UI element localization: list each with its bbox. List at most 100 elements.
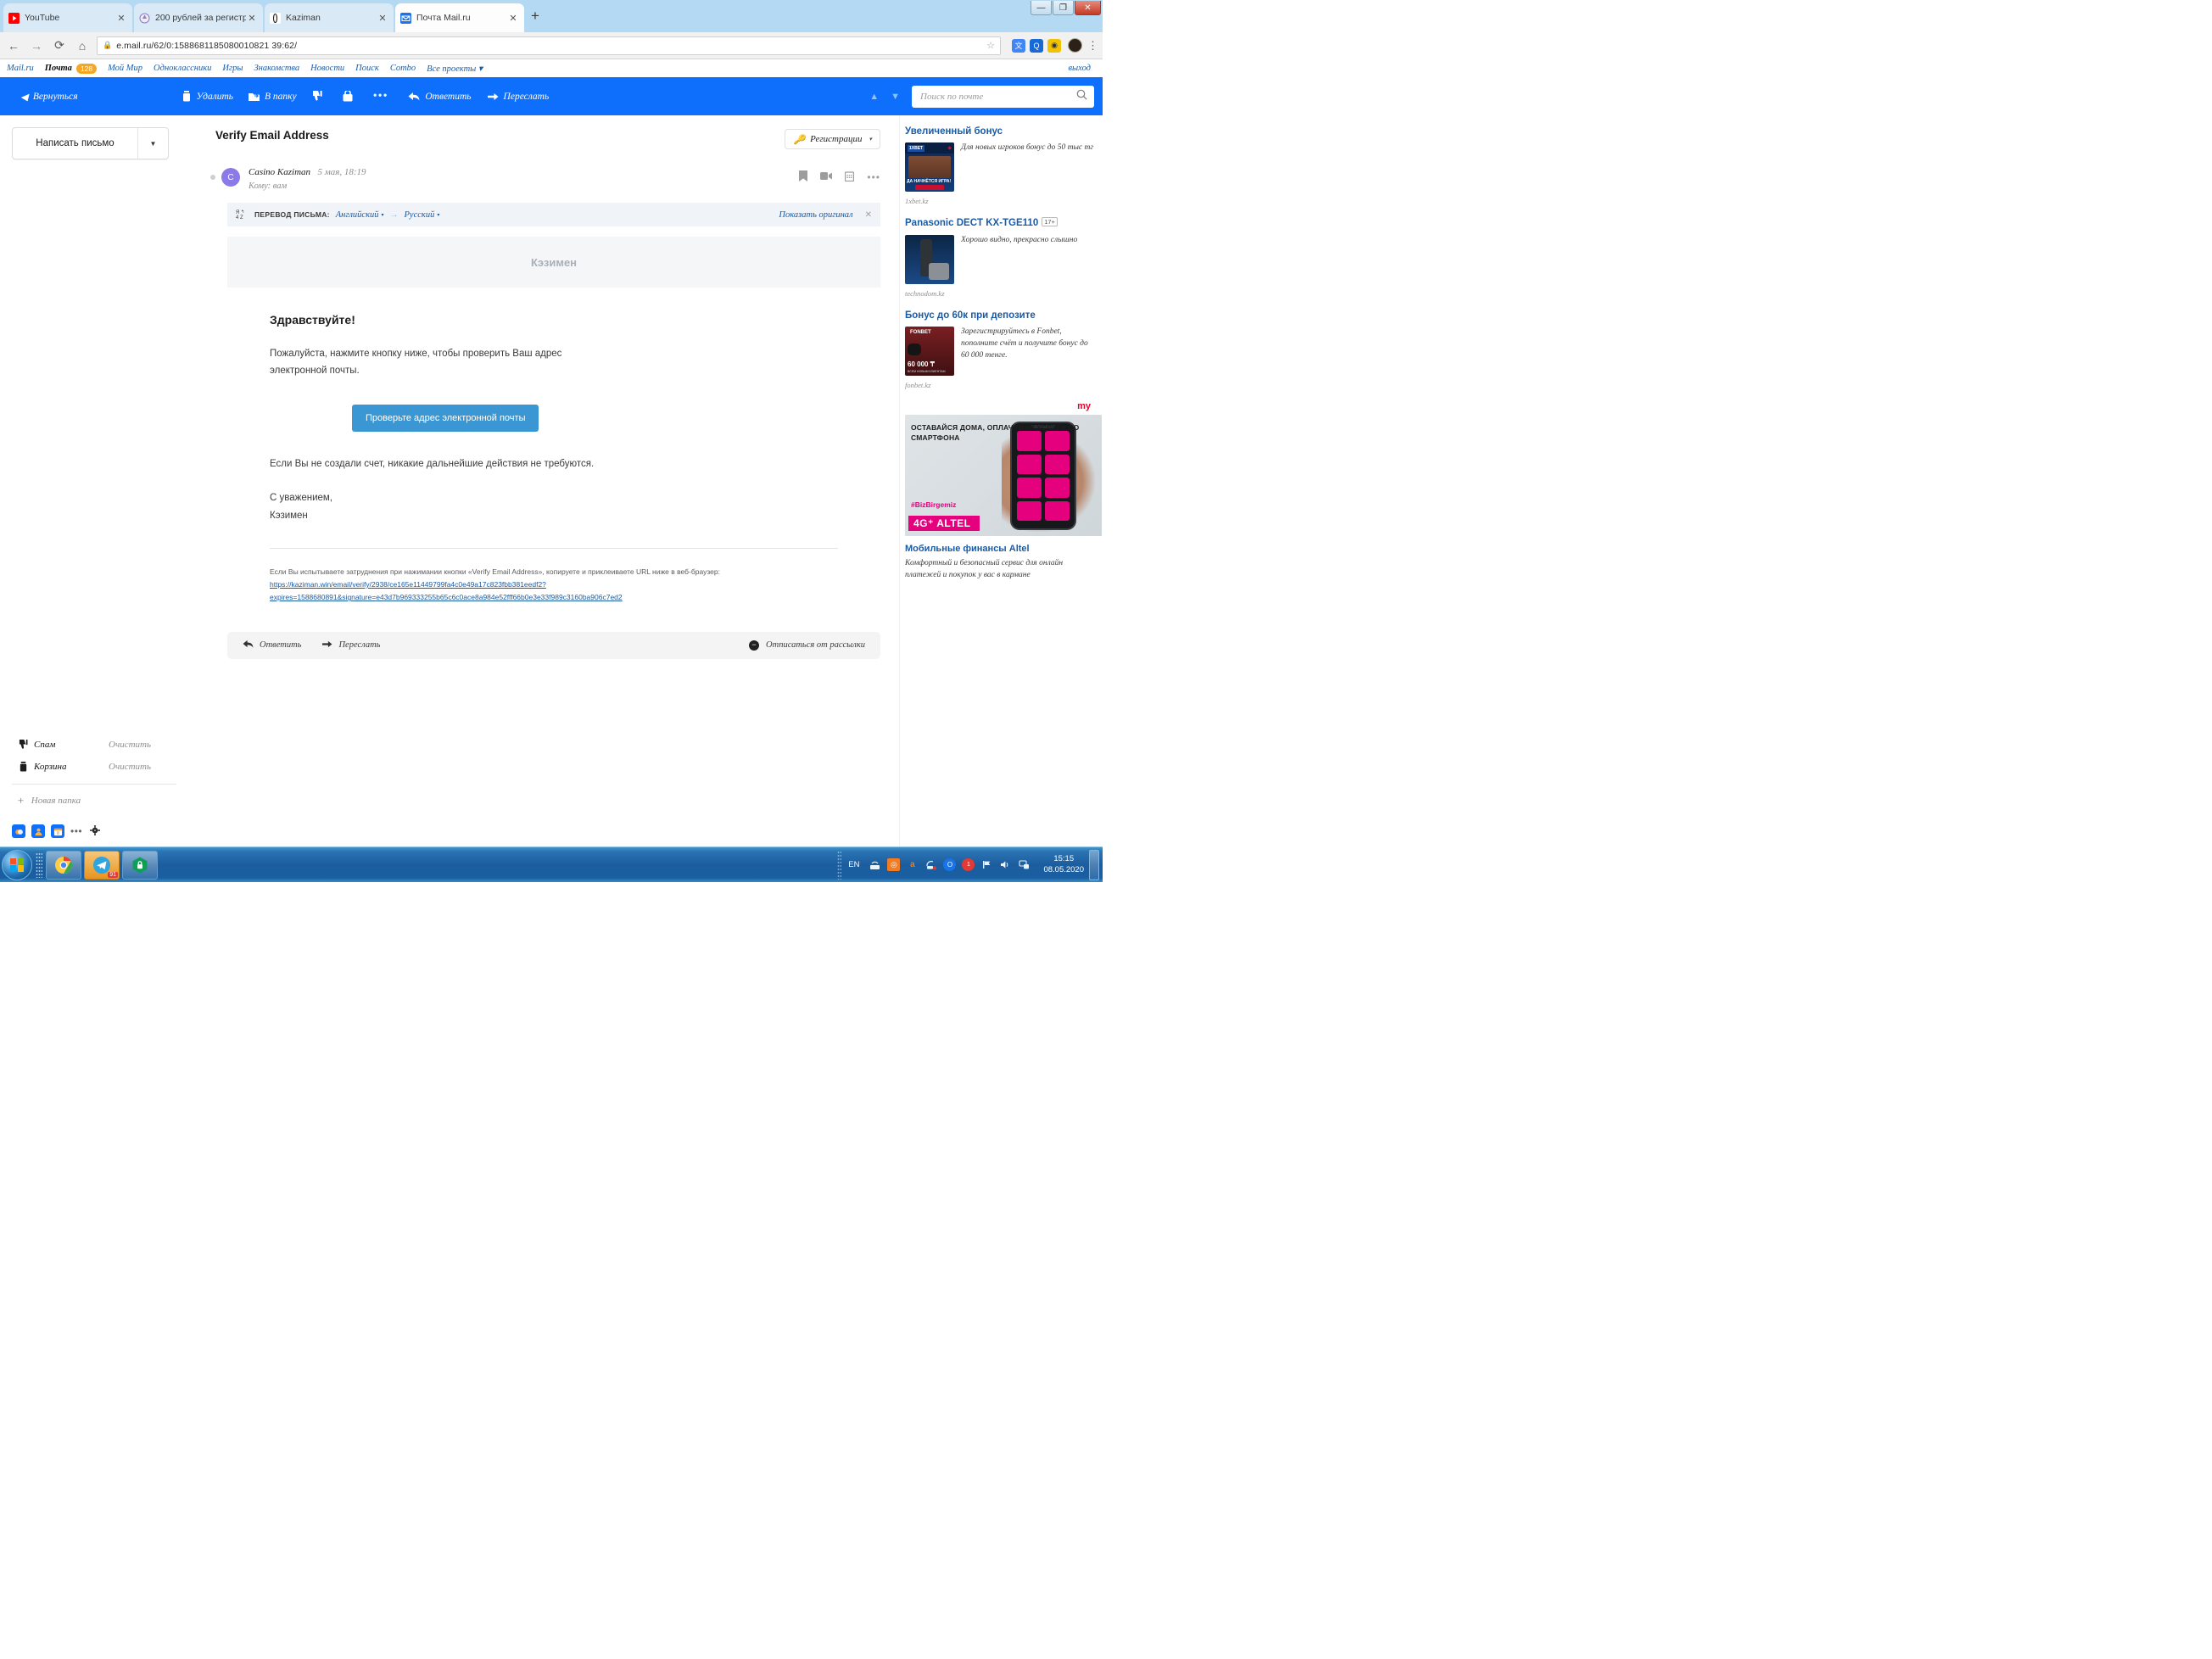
compose-button-group[interactable]: Написать письмо ▼	[12, 127, 169, 159]
sender-name[interactable]: Casino Kaziman	[249, 167, 310, 177]
forward-button[interactable]: Переслать	[487, 92, 549, 102]
cloud-icon[interactable]	[12, 824, 25, 838]
translate-extension-icon[interactable]: 文	[1012, 38, 1025, 53]
forward-icon[interactable]: →	[27, 36, 46, 55]
volume-icon[interactable]	[999, 858, 1012, 871]
minimize-button[interactable]: —	[1031, 1, 1052, 15]
portal-nav-item-pochta[interactable]: Почта	[45, 64, 72, 73]
search-input[interactable]	[919, 90, 1076, 103]
ad-title[interactable]: Увеличенный бонус	[905, 126, 1096, 137]
contacts-icon[interactable]	[31, 824, 45, 838]
flag-icon[interactable]	[980, 858, 993, 871]
chevron-down-icon[interactable]: ▾	[382, 212, 384, 218]
star-icon[interactable]: ☆	[986, 40, 995, 51]
message-tag-button[interactable]: 🔑 Регистрации ▾	[785, 129, 880, 149]
close-icon[interactable]: ✕	[377, 13, 388, 24]
caret-down-icon[interactable]: ▼	[891, 92, 900, 102]
new-tab-button[interactable]: +	[531, 8, 539, 25]
show-desktop-button[interactable]	[1089, 849, 1099, 880]
browser-tab-kaziman[interactable]: Kaziman ✕	[265, 3, 394, 32]
ad-title[interactable]: Panasonic DECT KX-TGE110 17+	[905, 217, 1096, 229]
close-icon[interactable]: ✕	[115, 13, 127, 24]
bookmark-icon[interactable]	[799, 170, 808, 184]
clear-spam-link[interactable]: Очистить	[109, 740, 151, 750]
ad-item-fonbet[interactable]: Бонус до 60к при депозите FONBET 60 000 …	[905, 310, 1096, 389]
footer-reply-button[interactable]: Ответить	[243, 640, 301, 651]
new-folder-button[interactable]: + Новая папка	[0, 790, 195, 811]
language-indicator[interactable]: EN	[848, 860, 859, 869]
search-extension-icon[interactable]: Q	[1030, 38, 1043, 53]
home-icon[interactable]: ⌂	[73, 36, 92, 55]
fonbet-banner-thumb[interactable]: FONBET 60 000 ₸ ВСЕМ НОВЫМ КЛИЕНТАМ	[905, 327, 954, 377]
portal-nav-item-novosti[interactable]: Новости	[310, 64, 344, 73]
altel-banner-ad[interactable]: ОСТАВАЙСЯ ДОМА, ОПЛАЧИВАЙ УСЛУГИ СО СМАР…	[905, 415, 1102, 537]
more-actions-button[interactable]: •••	[373, 91, 394, 102]
address-bar[interactable]: 🔒 e.mail.ru/62/0:1588681185080010821 39:…	[97, 36, 1001, 55]
verify-url-link-part1[interactable]: https://kaziman.win/email/verify/2938/ce…	[270, 580, 546, 589]
portal-nav-item-odnoklassniki[interactable]: Одноклассники	[154, 64, 211, 73]
sidebar-item-spam[interactable]: Спам Очистить	[0, 734, 195, 756]
avast-icon[interactable]: a	[906, 858, 919, 871]
back-icon[interactable]: ←	[4, 36, 23, 55]
spam-button[interactable]	[312, 91, 327, 102]
ad-footer-title[interactable]: Мобильные финансы Altel	[905, 544, 1096, 554]
footer-unsubscribe-button[interactable]: − Отписаться от рассылки	[749, 640, 865, 651]
panasonic-phone-thumb[interactable]	[905, 234, 954, 284]
reply-button[interactable]: Ответить	[408, 92, 472, 102]
sidebar-item-trash[interactable]: Корзина Очистить	[0, 756, 195, 778]
messenger-icon[interactable]: 1	[962, 858, 975, 871]
back-button[interactable]: ◀ Вернуться	[20, 91, 78, 103]
avatar[interactable]	[1068, 38, 1082, 53]
taskbar-grip[interactable]	[36, 852, 42, 878]
portal-nav-item-poisk[interactable]: Поиск	[355, 64, 379, 73]
verify-email-button[interactable]: Проверьте адрес электронной почты	[352, 405, 539, 433]
calendar-icon[interactable]: 8	[51, 824, 64, 838]
portal-nav-item-all-projects[interactable]: Все проекты ▾	[427, 64, 483, 74]
windows-start-icon[interactable]	[2, 849, 32, 880]
move-to-folder-button[interactable]: В папку	[249, 92, 297, 102]
caret-up-icon[interactable]: ▲	[869, 92, 879, 102]
search-box[interactable]	[912, 85, 1094, 108]
security-taskbar-icon[interactable]	[122, 850, 158, 880]
search-icon[interactable]	[1076, 89, 1087, 104]
shield-extension-icon[interactable]: ◉	[1047, 38, 1061, 53]
close-icon[interactable]: ✕	[507, 13, 519, 24]
antivirus-icon[interactable]: ◎	[887, 858, 901, 871]
close-icon[interactable]: ✕	[246, 13, 258, 24]
portal-nav-item-znakomstva[interactable]: Знакомства	[254, 64, 299, 73]
delete-button[interactable]: Удалить	[182, 91, 233, 102]
chevron-down-icon[interactable]: ▼	[137, 128, 168, 159]
ad-item-1xbet[interactable]: Увеличенный бонус 1XBET ◆ ДА НАЧНЁТСЯ ИГР…	[905, 126, 1096, 205]
portal-nav-item-combo[interactable]: Combo	[390, 64, 416, 73]
browser-tab-youtube[interactable]: YouTube ✕	[3, 3, 132, 32]
1xbet-banner-thumb[interactable]: 1XBET ◆ ДА НАЧНЁТСЯ ИГРА!	[905, 142, 954, 193]
clear-trash-link[interactable]: Очистить	[109, 762, 151, 772]
archive-button[interactable]	[343, 91, 358, 102]
unread-dot-icon[interactable]	[210, 175, 215, 180]
portal-nav-item-moymir[interactable]: Мой Мир	[108, 64, 142, 73]
telegram-taskbar-icon[interactable]: 91	[84, 850, 120, 880]
avatar[interactable]: C	[221, 168, 240, 187]
ad-item-panasonic[interactable]: Panasonic DECT KX-TGE110 17+ Хорошо видно…	[905, 217, 1096, 298]
footer-forward-button[interactable]: Переслать	[321, 640, 380, 651]
browser-tab-200rub[interactable]: 200 рублей за регистрацию в к ✕	[134, 3, 263, 32]
close-button[interactable]: ✕	[1075, 1, 1101, 15]
calendar-icon[interactable]	[845, 170, 855, 184]
translate-source-language[interactable]: Английский	[336, 210, 379, 220]
modem-icon[interactable]	[924, 858, 937, 871]
taskbar-clock[interactable]: 15:15 08.05.2020	[1043, 854, 1084, 876]
video-call-icon[interactable]	[820, 171, 833, 183]
show-original-link[interactable]: Показать оригинал	[779, 210, 852, 220]
gear-icon[interactable]	[90, 824, 101, 838]
opera-icon[interactable]: O	[943, 858, 957, 871]
display-icon[interactable]	[1018, 858, 1031, 871]
translate-target-language[interactable]: Русский	[405, 210, 435, 220]
chrome-taskbar-icon[interactable]	[46, 850, 81, 880]
ad-title[interactable]: Бонус до 60к при депозите	[905, 310, 1096, 321]
portal-nav-item-mailru[interactable]: Mail.ru	[7, 64, 34, 73]
portal-nav-item-igry[interactable]: Игры	[222, 64, 243, 73]
maximize-button[interactable]: ❐	[1053, 1, 1074, 15]
network-icon[interactable]	[869, 858, 881, 871]
logout-link[interactable]: выход	[1069, 64, 1092, 73]
kebab-menu-icon[interactable]: ⋮	[1087, 39, 1098, 53]
